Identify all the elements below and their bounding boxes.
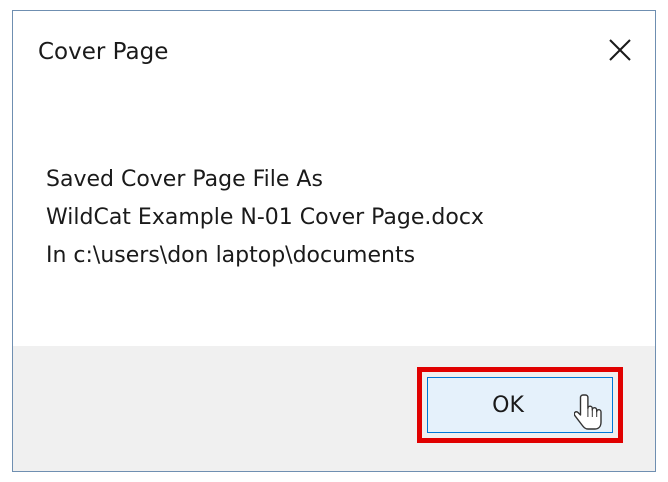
button-footer: OK [13, 346, 655, 471]
message-dialog: Cover Page Saved Cover Page File As Wild… [12, 10, 656, 472]
dialog-title: Cover Page [38, 39, 169, 65]
message-line-saved: Saved Cover Page File As [46, 167, 323, 192]
ok-button-label: OK [492, 392, 524, 418]
title-bar: Cover Page [13, 11, 655, 91]
message-line-folder: In c:\users\don laptop\documents [46, 243, 416, 268]
close-icon [609, 39, 631, 61]
message-text: Saved Cover Page File As WildCat Example… [46, 161, 484, 275]
ok-button[interactable]: OK [427, 377, 613, 433]
message-line-filename: WildCat Example N-01 Cover Page.docx [46, 205, 484, 230]
ok-button-highlight: OK [417, 367, 623, 443]
close-button[interactable] [603, 33, 637, 67]
